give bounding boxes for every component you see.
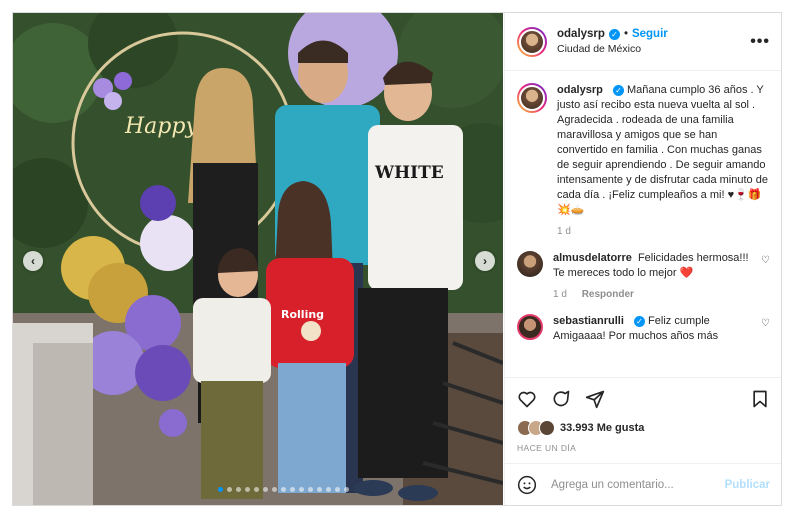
- post-modal: Happy WHITE Rolling ‹ › odalysrp ✓ • Seg…: [12, 12, 782, 506]
- happy-sign: Happy: [124, 114, 198, 139]
- white-shirt-text: WHITE: [374, 163, 444, 183]
- comment-username[interactable]: almusdelatorre: [553, 252, 632, 264]
- carousel-dot: [227, 487, 232, 492]
- commenter-avatar[interactable]: [517, 314, 543, 340]
- carousel-dot: [335, 487, 340, 492]
- posted-time[interactable]: HACE UN DÍA: [517, 443, 770, 453]
- save-bookmark-icon[interactable]: [750, 389, 770, 409]
- carousel-dot: [326, 487, 331, 492]
- likes-count[interactable]: 33.993 Me gusta: [560, 422, 644, 434]
- comment-icon[interactable]: [551, 389, 571, 409]
- carousel-dot: [263, 487, 268, 492]
- carousel-dot: [218, 487, 223, 492]
- separator-dot: •: [623, 28, 628, 40]
- comment-composer: Publicar: [505, 463, 781, 505]
- reply-button[interactable]: Responder: [582, 289, 634, 300]
- comment-time[interactable]: 1 d: [553, 289, 567, 300]
- commenter-avatar[interactable]: [517, 251, 543, 277]
- follow-button[interactable]: Seguir: [632, 28, 668, 40]
- carousel-dot: [236, 487, 241, 492]
- emoji-icon[interactable]: [517, 475, 537, 495]
- comment-item: sebastianrulli ✓ Feliz cumple Amigaaaa! …: [517, 314, 770, 344]
- like-comment-heart-icon[interactable]: ♡: [761, 318, 770, 329]
- author-avatar[interactable]: [517, 26, 547, 57]
- carousel-dot: [344, 487, 349, 492]
- comment-item: almusdelatorre Felicidades hermosa!!! Te…: [517, 251, 770, 302]
- photo-illustration: Happy WHITE Rolling: [13, 13, 503, 505]
- verified-badge-icon: ✓: [608, 28, 620, 40]
- comments-section[interactable]: odalysrp ✓ Mañana cumplo 36 años . Y jus…: [505, 71, 781, 377]
- carousel-dot: [308, 487, 313, 492]
- carousel-dot: [254, 487, 259, 492]
- comment-input[interactable]: [549, 477, 725, 492]
- caption-username[interactable]: odalysrp: [557, 84, 603, 96]
- post-actions: 33.993 Me gusta HACE UN DÍA: [505, 377, 781, 472]
- carousel-prev-button[interactable]: ‹: [23, 251, 43, 271]
- carousel-dots: [218, 487, 349, 492]
- carousel-dot: [317, 487, 322, 492]
- carousel-dot: [299, 487, 304, 492]
- post-photo[interactable]: Happy WHITE Rolling ‹ ›: [13, 13, 503, 505]
- liker-avatar: [539, 420, 555, 436]
- verified-badge-icon: ✓: [633, 316, 645, 327]
- likes-row[interactable]: 33.993 Me gusta: [517, 420, 770, 436]
- carousel-dot: [272, 487, 277, 492]
- comment-username[interactable]: sebastianrulli: [553, 315, 624, 327]
- caption-avatar[interactable]: [517, 83, 547, 113]
- carousel-dot: [281, 487, 286, 492]
- like-heart-icon[interactable]: [517, 389, 537, 409]
- carousel-dot: [290, 487, 295, 492]
- post-header: odalysrp ✓ • Seguir Ciudad de México •••: [505, 13, 781, 71]
- caption: odalysrp ✓ Mañana cumplo 36 años . Y jus…: [517, 83, 770, 239]
- share-icon[interactable]: [585, 389, 605, 409]
- carousel-dot: [245, 487, 250, 492]
- caption-time[interactable]: 1 d: [557, 226, 571, 237]
- post-sidebar: odalysrp ✓ • Seguir Ciudad de México •••…: [504, 13, 781, 505]
- like-comment-heart-icon[interactable]: ♡: [761, 255, 770, 266]
- author-username[interactable]: odalysrp: [557, 28, 605, 40]
- more-options-icon[interactable]: •••: [750, 33, 770, 51]
- publish-button[interactable]: Publicar: [725, 479, 770, 491]
- rolling-shirt-text: Rolling: [281, 308, 324, 321]
- verified-badge-icon: ✓: [612, 85, 624, 96]
- post-location[interactable]: Ciudad de México: [557, 43, 750, 55]
- carousel-next-button[interactable]: ›: [475, 251, 495, 271]
- caption-text: Mañana cumplo 36 años . Y justo así reci…: [557, 84, 768, 216]
